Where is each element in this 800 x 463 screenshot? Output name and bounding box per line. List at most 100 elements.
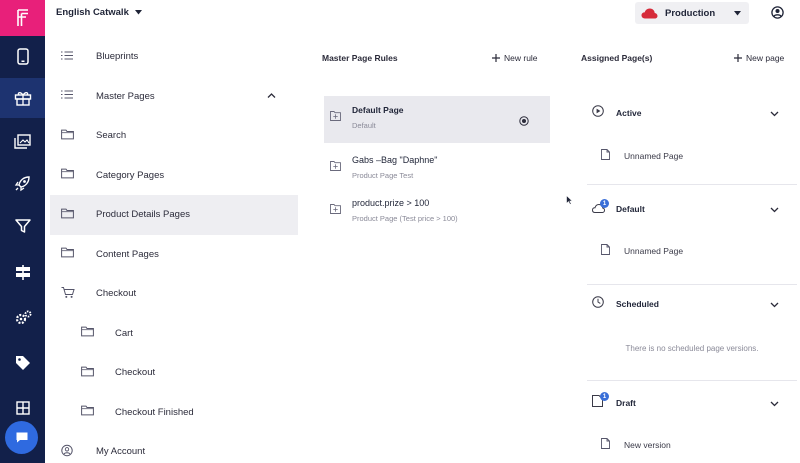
caret-down-icon	[734, 10, 742, 15]
page-rule-icon	[330, 201, 341, 219]
section-header-default[interactable]: 1 Default	[587, 194, 797, 224]
nav-item-label: Product Details Pages	[96, 209, 190, 221]
top-bar: English Catwalk Production	[45, 0, 800, 27]
page-row[interactable]: Unnamed Page	[587, 141, 797, 171]
gift-icon[interactable]	[0, 78, 45, 118]
environment-label: Production	[665, 7, 716, 19]
gears-icon[interactable]	[0, 298, 45, 338]
new-page-label: New page	[746, 53, 785, 63]
nav-item-checkout[interactable]: Checkout	[50, 274, 298, 314]
nav-item-blueprints[interactable]: Blueprints	[50, 37, 298, 77]
nav-item-category-pages[interactable]: Category Pages	[50, 156, 298, 196]
page-name: Unnamed Page	[624, 151, 684, 161]
folder-icon	[61, 168, 74, 182]
section-label: Draft	[616, 398, 636, 408]
plus-icon	[492, 54, 500, 62]
chevron-up-icon[interactable]	[267, 91, 276, 102]
rule-subtitle: Default	[352, 121, 376, 130]
section-default: 1 Default Unnamed Page	[587, 194, 797, 274]
section-header-draft[interactable]: 1 Draft	[587, 388, 797, 418]
app-logo[interactable]	[0, 0, 45, 36]
section-header-active[interactable]: Active	[587, 98, 797, 128]
new-rule-button[interactable]: New rule	[492, 53, 538, 63]
nav-item-label: Search	[96, 130, 127, 142]
chevron-down-icon	[770, 295, 779, 313]
document-icon	[601, 242, 610, 260]
logo-mark	[16, 9, 28, 26]
nav-item-product-details-pages[interactable]: Product Details Pages	[50, 195, 298, 235]
nav-item-my-account[interactable]: My Account	[50, 432, 298, 463]
count-badge: 1	[600, 199, 609, 208]
caret-down-icon	[134, 10, 142, 15]
document-icon	[601, 147, 610, 165]
folder-icon	[81, 366, 94, 379]
nav-item-cart[interactable]: Cart	[50, 314, 298, 354]
section-label: Scheduled	[616, 299, 659, 309]
nav-item-label: Checkout	[115, 367, 156, 379]
nav-item-label: Master Pages	[96, 90, 155, 102]
mouse-cursor-icon	[566, 192, 574, 210]
divider	[587, 284, 797, 285]
section-header-scheduled[interactable]: Scheduled	[587, 289, 797, 319]
site-name: English Catwalk	[56, 7, 129, 18]
cloud-icon	[641, 8, 658, 18]
environment-selector[interactable]: Production	[635, 2, 749, 24]
rocket-icon[interactable]	[0, 163, 45, 203]
page-rule-icon	[330, 108, 341, 126]
chevron-down-icon	[770, 104, 779, 122]
icon-rail	[0, 0, 45, 463]
folder-icon	[81, 326, 94, 340]
target-icon[interactable]	[519, 113, 529, 131]
nav-item-search[interactable]: Search	[50, 116, 298, 156]
section-label: Active	[616, 108, 642, 118]
page-name: New version	[624, 440, 671, 450]
nav-item-label: Checkout Finished	[115, 406, 194, 418]
count-badge: 1	[600, 392, 609, 401]
plus-icon	[734, 54, 742, 62]
nav-item-label: Checkout	[96, 288, 137, 300]
nav-item-master-pages[interactable]: Master Pages	[50, 77, 298, 117]
rule-title: Gabs –Bag "Daphne"	[352, 155, 438, 165]
new-page-button[interactable]: New page	[734, 53, 784, 63]
document-icon	[601, 436, 610, 454]
page-type-nav: Blueprints Master Pages Search Category …	[50, 37, 298, 463]
tag-icon[interactable]	[0, 343, 45, 383]
gallery-icon[interactable]	[0, 121, 45, 161]
page-row[interactable]: New version	[587, 430, 797, 460]
section-scheduled: Scheduled There is no scheduled page ver…	[587, 289, 797, 369]
chevron-down-icon	[770, 394, 779, 412]
rule-subtitle: Product Page Test	[352, 171, 414, 180]
folder-icon	[61, 208, 74, 221]
filter-icon[interactable]	[0, 206, 45, 246]
rule-title: product.prize > 100	[352, 198, 430, 208]
new-rule-label: New rule	[504, 53, 538, 63]
rule-subtitle: Product Page (Test price > 100)	[352, 214, 458, 223]
section-label: Default	[616, 204, 645, 214]
site-selector[interactable]: English Catwalk	[56, 7, 142, 18]
user-icon[interactable]	[771, 6, 784, 24]
nav-item-label: Content Pages	[96, 248, 159, 260]
nav-item-content-pages[interactable]: Content Pages	[50, 235, 298, 275]
mobile-icon[interactable]	[0, 36, 45, 76]
list-icon	[61, 51, 73, 63]
section-active: Active Unnamed Page	[587, 98, 797, 178]
assigned-title: Assigned Page(s)	[581, 53, 653, 63]
signpost-icon[interactable]	[0, 252, 45, 292]
page-name: Unnamed Page	[624, 246, 684, 256]
clock-icon	[592, 295, 604, 313]
cart-icon	[61, 286, 75, 301]
folder-icon	[61, 129, 74, 142]
play-circle-icon	[592, 104, 604, 122]
page-row[interactable]: Unnamed Page	[587, 236, 797, 266]
nav-item-label: Cart	[115, 327, 133, 339]
rule-item-price-condition[interactable]: product.prize > 100 Product Page (Test p…	[324, 189, 550, 236]
nav-item-checkout-finished[interactable]: Checkout Finished	[50, 393, 298, 433]
nav-item-checkout-step[interactable]: Checkout	[50, 353, 298, 393]
list-icon	[61, 90, 73, 102]
rule-item-gabs-bag[interactable]: Gabs –Bag "Daphne" Product Page Test	[324, 146, 550, 193]
divider	[587, 380, 797, 381]
page-rule-icon	[330, 158, 341, 176]
rule-item-default-page[interactable]: Default Page Default	[324, 96, 550, 143]
rules-title: Master Page Rules	[322, 53, 398, 63]
chat-icon[interactable]	[5, 421, 38, 454]
